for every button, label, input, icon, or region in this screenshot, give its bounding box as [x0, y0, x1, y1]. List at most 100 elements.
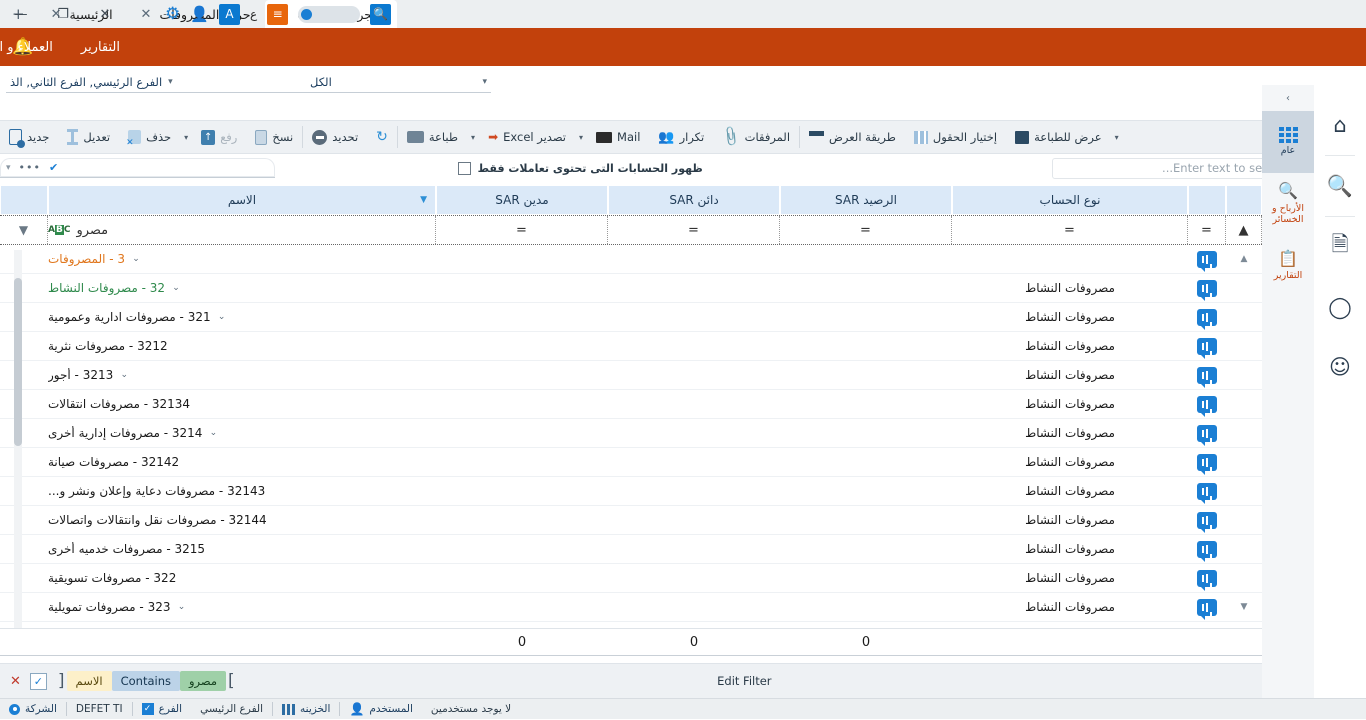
cell-account-name[interactable]: 32134 - مصروفات انتقالات: [48, 390, 436, 418]
row-chart-indicator[interactable]: [1188, 419, 1226, 447]
filter-value-name[interactable]: ABC مصرو: [48, 216, 436, 244]
cell-account-name[interactable]: 3215 - مصروفات خدميه أخرى: [48, 535, 436, 563]
table-row[interactable]: مصروفات النشاط32 - مصروفات النشاط⌄: [0, 274, 1262, 303]
export-excel-button[interactable]: ➡ تصدير Excel: [479, 120, 575, 154]
panel-item-general[interactable]: عام: [1262, 111, 1314, 173]
clear-filter-button[interactable]: ✕: [10, 674, 21, 689]
cell-account-name[interactable]: 3 - المصروفات⌄: [48, 245, 436, 273]
table-row[interactable]: مصروفات النشاط321 - مصروفات ادارية وعموم…: [0, 303, 1262, 332]
panel-item-reports[interactable]: 📋 التقارير: [1262, 235, 1314, 297]
row-chart-indicator[interactable]: [1188, 361, 1226, 389]
minimize-window-button[interactable]: —: [0, 0, 42, 28]
transactions-only-checkbox[interactable]: [458, 162, 471, 175]
filter-active-icon[interactable]: ▼: [420, 195, 427, 205]
row-chart-indicator[interactable]: [1188, 564, 1226, 592]
search-icon[interactable]: 🔍: [1314, 156, 1366, 216]
row-chart-indicator[interactable]: [1188, 593, 1226, 621]
row-chart-indicator[interactable]: [1188, 448, 1226, 476]
filter-op-debit[interactable]: =: [436, 216, 608, 244]
branches-select[interactable]: الفرع الرئيسي, الفرع الثاني, الذ ▾: [6, 71, 306, 93]
toolbar-overflow-icon[interactable]: ▾: [1111, 133, 1123, 142]
contact-icon[interactable]: ☺: [1314, 337, 1366, 397]
table-row[interactable]: مصروفات النشاط32134 - مصروفات انتقالات: [0, 390, 1262, 419]
expand-toggle-icon[interactable]: ⌄: [216, 312, 228, 322]
settings-icon[interactable]: ⚙: [165, 4, 180, 24]
transactions-only-checkbox-wrap[interactable]: ظهور الحسابات التى تحتوى تعاملات فقط: [458, 162, 703, 175]
delete-button[interactable]: حذف: [119, 120, 180, 154]
cell-account-name[interactable]: 32144 - مصروفات نقل وانتقالات واتصالات: [48, 506, 436, 534]
table-row[interactable]: مصروفات النشاط32142 - مصروفات صيانة: [0, 448, 1262, 477]
search-icon[interactable]: 🔍: [370, 4, 391, 25]
expand-toggle-icon[interactable]: ⌄: [130, 254, 142, 264]
row-chart-indicator[interactable]: [1188, 506, 1226, 534]
table-row[interactable]: مصروفات النشاط3212 - مصروفات نثرية: [0, 332, 1262, 361]
account-lookup-field[interactable]: ▾ ••• ✔: [0, 158, 275, 178]
chevron-down-icon[interactable]: ▾: [575, 133, 587, 142]
grid-scrollbar-thumb[interactable]: [14, 278, 22, 446]
filter-builder-button[interactable]: ▼: [0, 216, 48, 244]
header-credit[interactable]: دائن SAR: [608, 185, 780, 215]
header-balance[interactable]: الرصيد SAR: [780, 185, 952, 215]
home-icon[interactable]: ⌂: [1314, 95, 1366, 155]
menu-item-reports[interactable]: التقارير: [67, 28, 134, 66]
whatsapp-icon[interactable]: ◯: [1314, 277, 1366, 337]
lang-ar-icon[interactable]: ع: [250, 7, 257, 21]
edit-button[interactable]: تعديل: [58, 120, 119, 154]
choose-fields-button[interactable]: إختيار الحقول: [905, 120, 1006, 154]
refresh-button[interactable]: ↻: [367, 120, 397, 154]
restore-window-button[interactable]: ❐: [42, 0, 84, 28]
close-window-button[interactable]: ✕: [84, 0, 126, 28]
row-chart-indicator[interactable]: [1188, 477, 1226, 505]
expand-toggle-icon[interactable]: ⌄: [118, 370, 130, 380]
cell-account-name[interactable]: 3214 - مصروفات إدارية أخرى⌄: [48, 419, 436, 447]
attachments-button[interactable]: 📎 المرفقات: [713, 120, 799, 154]
duplicate-button[interactable]: 👥 تكرار: [649, 120, 713, 154]
row-chart-indicator[interactable]: [1188, 390, 1226, 418]
expand-toggle-icon[interactable]: ⌄: [207, 428, 219, 438]
table-row[interactable]: ▼مصروفات النشاط323 - مصروفات تمويلية⌄: [0, 593, 1262, 622]
user-icon[interactable]: 👤: [190, 5, 209, 23]
chevron-down-icon[interactable]: ▾: [482, 77, 487, 87]
row-chart-indicator[interactable]: [1188, 303, 1226, 331]
menu-item-customers-suppliers[interactable]: العملاء و الموردين: [0, 28, 67, 66]
filter-value-chip[interactable]: مصرو: [180, 671, 226, 691]
filter-op-balance[interactable]: =: [780, 216, 952, 244]
table-row[interactable]: مصروفات النشاط3215 - مصروفات خدميه أخرى: [0, 535, 1262, 564]
edit-filter-link[interactable]: Edit Filter: [717, 674, 771, 688]
filter-field-chip[interactable]: الاسم: [67, 671, 112, 691]
cell-account-name[interactable]: 323 - مصروفات تمويلية⌄: [48, 593, 436, 621]
print-preview-button[interactable]: عرض للطباعة: [1006, 120, 1111, 154]
table-row[interactable]: مصروفات النشاط322 - مصروفات تسويقية: [0, 564, 1262, 593]
check-icon[interactable]: ✔: [49, 161, 58, 174]
filter-op-indicator[interactable]: =: [1188, 216, 1226, 244]
cell-account-name[interactable]: 322 - مصروفات تسويقية: [48, 564, 436, 592]
panel-item-profit-loss[interactable]: 🔍 الأرباح و الخسائر: [1262, 173, 1314, 235]
select-button[interactable]: تحديد: [303, 120, 367, 154]
collapse-panel-button[interactable]: ›: [1262, 85, 1314, 111]
cell-account-name[interactable]: 321 - مصروفات ادارية وعمومية⌄: [48, 303, 436, 331]
header-account-type[interactable]: نوع الحساب: [952, 185, 1188, 215]
table-row[interactable]: مصروفات النشاط32144 - مصروفات نقل وانتقا…: [0, 506, 1262, 535]
header-name[interactable]: ▼ الاسم: [48, 185, 436, 215]
filter-expression[interactable]: [ الاسم Contains مصرو ]: [56, 671, 237, 691]
table-row[interactable]: مصروفات النشاط3213 - أجور⌄: [0, 361, 1262, 390]
cell-account-name[interactable]: 32143 - مصروفات دعاية وإعلان ونشر و...: [48, 477, 436, 505]
chevron-down-icon[interactable]: ▾: [180, 133, 192, 142]
toggle-switch[interactable]: [298, 6, 360, 23]
table-row[interactable]: مصروفات النشاط32143 - مصروفات دعاية وإعل…: [0, 477, 1262, 506]
table-row[interactable]: ▲3 - المصروفات⌄: [0, 245, 1262, 274]
new-button[interactable]: جديد: [0, 120, 58, 154]
row-chart-indicator[interactable]: [1188, 245, 1226, 273]
filter-op-account-type[interactable]: =: [952, 216, 1188, 244]
expand-toggle-icon[interactable]: ⌄: [175, 602, 187, 612]
scope-select[interactable]: الكل ▾: [306, 71, 491, 93]
cell-account-name[interactable]: 3213 - أجور⌄: [48, 361, 436, 389]
row-chart-indicator[interactable]: [1188, 332, 1226, 360]
filter-op-credit[interactable]: =: [608, 216, 780, 244]
upload-button[interactable]: ↑ رفع: [192, 120, 246, 154]
view-mode-button[interactable]: طريقة العرض: [800, 120, 905, 154]
apply-filter-button[interactable]: ✓: [30, 673, 47, 690]
row-chart-indicator[interactable]: [1188, 274, 1226, 302]
cell-account-name[interactable]: 32 - مصروفات النشاط⌄: [48, 274, 436, 302]
header-debit[interactable]: مدين SAR: [436, 185, 608, 215]
